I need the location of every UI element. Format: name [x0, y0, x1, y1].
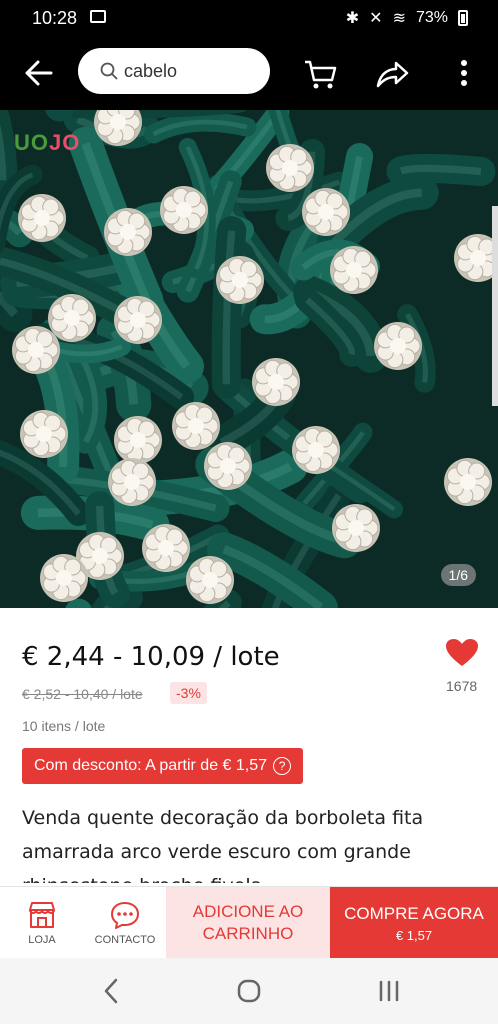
pearl-brooch [302, 188, 350, 236]
heart-icon[interactable] [445, 638, 479, 668]
search-input[interactable]: cabelo [78, 48, 270, 94]
pearl-brooch [266, 144, 314, 192]
pearl-brooch [186, 556, 234, 604]
store-label: LOJA [28, 934, 56, 946]
action-bar: LOJA CONTACTO ADICIONE AO CARRINHO COMPR… [0, 886, 498, 959]
help-icon[interactable]: ? [273, 757, 292, 775]
coupon-banner[interactable]: Com desconto: A partir de € 1,57 ? [22, 748, 304, 784]
bluetooth-icon: ✱ [345, 10, 360, 27]
contact-button[interactable]: CONTACTO [88, 887, 162, 959]
status-bar: 10:28 ✱ ✕ ≋ 73% [0, 0, 498, 36]
store-icon [29, 902, 55, 928]
product-image[interactable]: UOJO 1/6 [0, 110, 498, 608]
pearl-brooch [114, 416, 162, 464]
product-title: Venda quente decoração da borboleta fita… [22, 807, 424, 883]
battery-icon [458, 10, 468, 26]
coupon-text: Com desconto: A partir de € 1,57 [34, 757, 268, 774]
add-to-cart-label: ADICIONE AO CARRINHO [192, 902, 304, 943]
price-range: € 2,44 - 10,09 / lote [22, 642, 280, 672]
pearl-brooch [330, 246, 378, 294]
more-icon[interactable] [446, 56, 482, 92]
pearl-brooch [40, 554, 88, 602]
pearl-brooch [374, 322, 422, 370]
cart-icon[interactable] [302, 56, 338, 92]
pearl-brooch [216, 256, 264, 304]
system-nav-bar [0, 958, 498, 1024]
back-icon[interactable] [22, 58, 54, 88]
pearl-brooch [172, 402, 220, 450]
pearl-brooch [12, 326, 60, 374]
pearl-brooch [142, 524, 190, 572]
search-text: cabelo [124, 60, 178, 81]
add-to-cart-button[interactable]: ADICIONE AO CARRINHO [166, 887, 330, 959]
pearl-brooch [104, 208, 152, 256]
ribbon-highlight [399, 164, 482, 176]
product-info: € 2,44 - 10,09 / lote 1678 € 2,52 - 10,4… [0, 608, 498, 886]
pearl-brooch [20, 410, 68, 458]
store-button[interactable]: LOJA [14, 887, 70, 959]
share-icon[interactable] [374, 56, 410, 92]
nav-home-icon[interactable] [231, 976, 267, 1006]
pearl-brooch [444, 458, 492, 506]
status-time: 10:28 [32, 8, 78, 28]
contact-label: CONTACTO [94, 934, 156, 946]
pearl-brooch [114, 296, 162, 344]
buy-now-price: € 1,57 [395, 927, 433, 943]
pearl-brooch [160, 186, 208, 234]
pearl-brooch [108, 458, 156, 506]
store-logo: UOJO [14, 130, 81, 155]
image-pager: 1/6 [440, 564, 476, 586]
status-icons: ✱ ✕ ≋ 73% [346, 8, 468, 28]
buy-now-button[interactable]: COMPRE AGORA € 1,57 [330, 887, 498, 959]
gallery-notification-icon [90, 10, 106, 23]
chat-icon [111, 902, 139, 929]
buy-now-label: COMPRE AGORA [344, 903, 484, 923]
battery-percent: 73% [415, 9, 448, 26]
top-bar: cabelo [0, 36, 498, 110]
nav-back-icon[interactable] [94, 976, 130, 1006]
pearl-brooch [48, 294, 96, 342]
nav-recent-icon[interactable] [371, 976, 407, 1006]
discount-badge: -3% [170, 682, 207, 704]
original-price: € 2,52 - 10,40 / lote [22, 686, 143, 702]
product-photo [0, 110, 498, 608]
pearl-brooch [204, 442, 252, 490]
search-icon [100, 62, 118, 80]
pearl-brooch [332, 504, 380, 552]
wishlist-count: 1678 [446, 678, 478, 694]
wifi-signal-icon: ≋ [392, 10, 406, 27]
scroll-indicator [492, 206, 498, 406]
pearl-brooch [252, 358, 300, 406]
pearl-brooch [18, 194, 66, 242]
pearl-brooch [292, 426, 340, 474]
lot-info: 10 itens / lote [22, 718, 106, 734]
mute-icon: ✕ [369, 10, 383, 27]
